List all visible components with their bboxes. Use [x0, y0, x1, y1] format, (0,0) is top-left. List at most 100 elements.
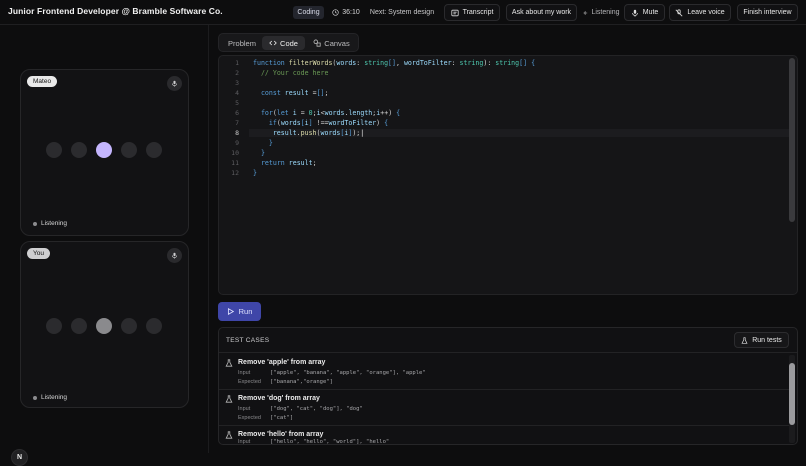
transcript-icon: [450, 9, 459, 16]
input-label: Input: [238, 406, 251, 412]
test-case[interactable]: Remove 'hello' from array Input ["hello",…: [219, 426, 789, 445]
voice-dot: [71, 142, 87, 158]
test-case-input: Input ["apple", "banana", "apple", "orang…: [238, 370, 426, 376]
test-cases-title: TEST CASES: [226, 337, 270, 344]
input-value: ["apple", "banana", "apple", "orange"], …: [270, 370, 426, 376]
timer-value: 36:10: [342, 9, 360, 16]
code-line: // Your code here: [260, 69, 329, 77]
test-case-name: Remove 'apple' from array: [238, 359, 326, 366]
participant-status: Listening: [33, 220, 67, 227]
mic-off-icon: [675, 8, 683, 16]
ask-about-work-button[interactable]: Ask about my work: [506, 4, 577, 21]
play-icon: [227, 308, 234, 315]
run-tests-label: Run tests: [752, 336, 782, 344]
page-title: Junior Frontend Developer @ Bramble Soft…: [8, 6, 223, 16]
status-dot: [33, 221, 37, 226]
status-dot: [33, 395, 37, 400]
voice-dot: [46, 318, 62, 334]
code-line: return result;: [260, 159, 317, 167]
code-line: if(words[i] !==wordToFilter) {: [268, 119, 389, 127]
test-cases-header: TEST CASES Run tests: [219, 328, 797, 353]
tab-code-label: Code: [280, 38, 298, 48]
voice-dot: [46, 142, 62, 158]
tab-canvas[interactable]: Canvas: [307, 36, 356, 50]
voice-dot: [121, 142, 137, 158]
test-case[interactable]: Remove 'dog' from array Input ["dog", "ca…: [219, 390, 789, 426]
mic-icon: [172, 80, 177, 87]
mic-indicator: [167, 248, 182, 263]
tab-code[interactable]: Code: [262, 36, 305, 50]
shapes-icon: [313, 39, 321, 47]
run-tests-button[interactable]: Run tests: [734, 332, 789, 348]
finish-interview-button[interactable]: Finish interview: [737, 4, 798, 21]
tab-problem[interactable]: Problem: [223, 36, 261, 50]
test-case[interactable]: Remove 'apple' from array Input ["apple",…: [219, 354, 789, 390]
timer: 36:10: [330, 6, 362, 19]
mic-icon: [172, 252, 177, 259]
line-number: 6: [235, 109, 239, 117]
line-number: 9: [235, 139, 239, 147]
input-label: Input: [238, 439, 251, 445]
app-logo[interactable]: N: [11, 449, 28, 466]
code-icon: [269, 40, 277, 46]
next-section: Next: System design: [369, 9, 435, 16]
test-case-expected: Expected ["cat"]: [238, 415, 293, 421]
test-case-name: Remove 'hello' from array: [238, 431, 324, 438]
flask-icon: [741, 336, 748, 344]
test-case-name: Remove 'dog' from array: [238, 395, 320, 402]
line-number: 7: [235, 119, 239, 127]
editor-scrollbar[interactable]: [789, 58, 795, 222]
code-line: }: [253, 169, 257, 177]
participant-status-label: Listening: [41, 394, 68, 401]
run-button[interactable]: Run: [218, 302, 261, 321]
voice-visualizer: [46, 318, 162, 334]
mic-icon: [631, 9, 638, 17]
tab-canvas-label: Canvas: [324, 38, 350, 48]
audio-wave-icon: [583, 10, 588, 15]
input-value: ["hello", "hello", "world"], "hello": [270, 439, 390, 445]
participant-status-label: Listening: [41, 220, 68, 227]
code-line: const result =[];: [260, 89, 329, 97]
listening-status: Listening: [582, 6, 620, 19]
code-line: for(let i = 0;i<words.length;i++) {: [260, 109, 401, 117]
line-number-current: 8: [235, 129, 239, 137]
scrollbar-thumb[interactable]: [789, 363, 795, 425]
view-tabs: Problem Code Canvas: [218, 33, 359, 52]
expected-value: ["banana","orange"]: [270, 379, 333, 385]
leave-voice-button[interactable]: Leave voice: [669, 4, 731, 21]
code-editor[interactable]: 1 2 3 4 5 6 7 8 9 10 11 12 function filt…: [218, 55, 798, 295]
voice-dot-active: [96, 142, 112, 158]
voice-dot: [71, 318, 87, 334]
leave-voice-label: Leave voice: [687, 9, 725, 16]
code-line: function filterWords(words: string[], wo…: [253, 59, 536, 67]
test-cases-scrollbar[interactable]: [789, 355, 795, 443]
voice-dot: [146, 142, 162, 158]
flask-icon: [225, 359, 233, 367]
line-number: 5: [235, 99, 239, 107]
line-number: 12: [231, 169, 239, 177]
expected-value: ["cat"]: [270, 415, 294, 421]
code-line: }: [268, 139, 273, 147]
mute-button[interactable]: Mute: [624, 4, 665, 21]
line-gutter: 1 2 3 4 5 6 7 8 9 10 11 12: [219, 56, 245, 294]
input-label: Input: [238, 370, 251, 376]
line-number: 10: [231, 149, 239, 157]
test-case-expected: Expected ["banana","orange"]: [238, 379, 333, 385]
input-value: ["dog", "cat", "dog"], "dog": [270, 406, 363, 412]
listening-label: Listening: [591, 9, 620, 16]
participant-name: Mateo: [27, 76, 58, 87]
flask-icon: [225, 395, 233, 403]
test-case-input: Input ["hello", "hello", "world"], "hello…: [238, 439, 390, 445]
mic-indicator: [167, 76, 182, 91]
code-line-current: result.push(words[i]);|: [249, 129, 789, 137]
transcript-button[interactable]: Transcript: [444, 4, 500, 21]
line-number: 2: [235, 69, 239, 77]
test-cases-panel: TEST CASES Run tests Remove 'apple' from…: [218, 327, 798, 445]
expected-label: Expected: [238, 415, 261, 421]
participant-status: Listening: [33, 394, 67, 401]
participant-card-you: You Listening: [20, 241, 189, 408]
mute-label: Mute: [642, 9, 659, 16]
clock-icon: [332, 9, 339, 16]
run-label: Run: [238, 307, 253, 316]
flask-icon: [225, 431, 233, 439]
